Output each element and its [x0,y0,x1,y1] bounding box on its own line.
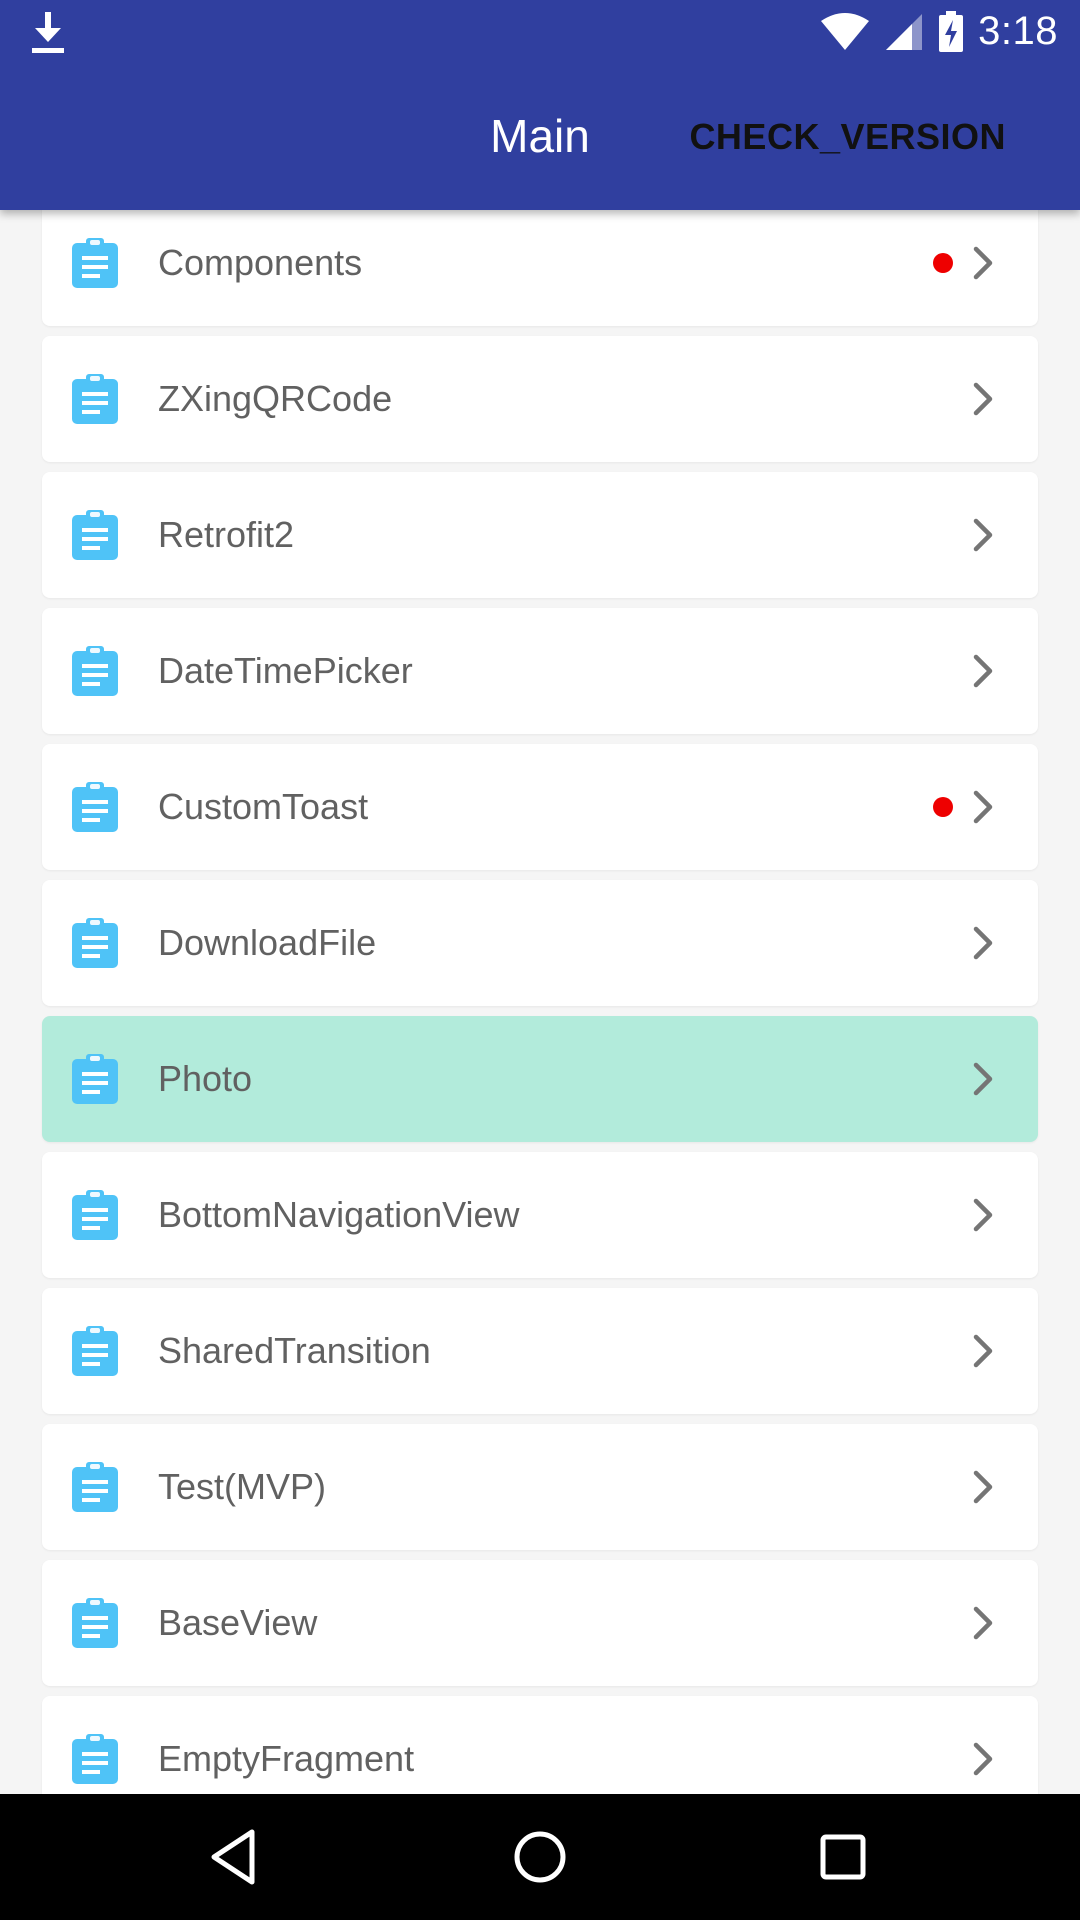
chevron-right-icon [973,518,993,552]
chevron-right-icon [973,1606,993,1640]
wifi-icon [821,12,870,50]
chevron-right-icon [973,246,993,280]
recents-icon[interactable] [810,1824,876,1890]
list-item[interactable]: CustomToast [42,744,1038,870]
list-item-label: Photo [158,1058,253,1099]
back-icon[interactable] [202,1824,268,1890]
chevron-right-icon [973,1334,993,1368]
list-item-label: EmptyFragment [158,1738,415,1779]
menu-list-items: Components ZXingQRCode Retrofit2 DateTimePi… [42,210,1038,1794]
clipboard-icon [72,1462,118,1512]
clipboard-icon [72,238,118,288]
clipboard-icon [72,1598,118,1648]
clipboard-icon [72,374,118,424]
list-item-label: Components [158,242,363,283]
clipboard-icon [72,782,118,832]
clipboard-icon [72,510,118,560]
list-item-label: CustomToast [158,786,369,827]
clipboard-icon [72,1190,118,1240]
list-item[interactable]: Photo [42,1016,1038,1142]
list-item[interactable]: DownloadFile [42,880,1038,1006]
list-item[interactable]: DateTimePicker [42,608,1038,734]
status-icons: 3:18 [820,0,1058,63]
chevron-right-icon [973,1742,993,1776]
toolbar: Main CHECK_VERSION [0,63,1080,210]
chevron-right-icon [973,1062,993,1096]
clipboard-icon [72,646,118,696]
clipboard-icon [72,918,118,968]
list-item[interactable]: BaseView [42,1560,1038,1686]
list-item[interactable]: SharedTransition [42,1288,1038,1414]
battery-charging-icon [939,10,964,52]
download-icon [32,12,64,53]
list-item-label: BottomNavigationView [158,1194,520,1235]
list-item-label: DateTimePicker [158,650,413,691]
list-item-label: Test(MVP) [158,1466,327,1507]
chevron-right-icon [973,926,993,960]
list-item-label: DownloadFile [158,922,377,963]
chevron-right-icon [973,382,993,416]
check-version-button[interactable]: CHECK_VERSION [689,63,1006,210]
clipboard-icon [72,1326,118,1376]
signal-icon [886,13,923,50]
list-item[interactable]: Test(MVP) [42,1424,1038,1550]
list-item[interactable]: EmptyFragment [42,1696,1038,1794]
home-icon[interactable] [507,1824,573,1890]
list-item-label: SharedTransition [158,1330,431,1371]
list-item[interactable]: Components [42,210,1038,326]
list-item-label: ZXingQRCode [158,378,393,419]
chevron-right-icon [973,1198,993,1232]
screen: 3:18 Main CHECK_VERSION Components ZXingQ… [0,0,1080,1920]
list-item[interactable]: BottomNavigationView [42,1152,1038,1278]
list-item[interactable]: Retrofit2 [42,472,1038,598]
clipboard-icon [72,1734,118,1784]
clipboard-icon [72,1054,118,1104]
list-item-label: Retrofit2 [158,514,295,555]
chevron-right-icon [973,654,993,688]
notification-dot [933,797,953,817]
status-time: 3:18 [978,9,1058,53]
status-bar: 3:18 [0,0,1080,63]
list-item[interactable]: ZXingQRCode [42,336,1038,462]
page-title: Main [490,110,590,162]
notification-dot [933,253,953,273]
menu-list[interactable]: Components ZXingQRCode Retrofit2 DateTimePi… [0,210,1080,1794]
chevron-right-icon [973,790,993,824]
chevron-right-icon [973,1470,993,1504]
list-item-label: BaseView [158,1602,318,1643]
navigation-bar [0,1794,1080,1920]
